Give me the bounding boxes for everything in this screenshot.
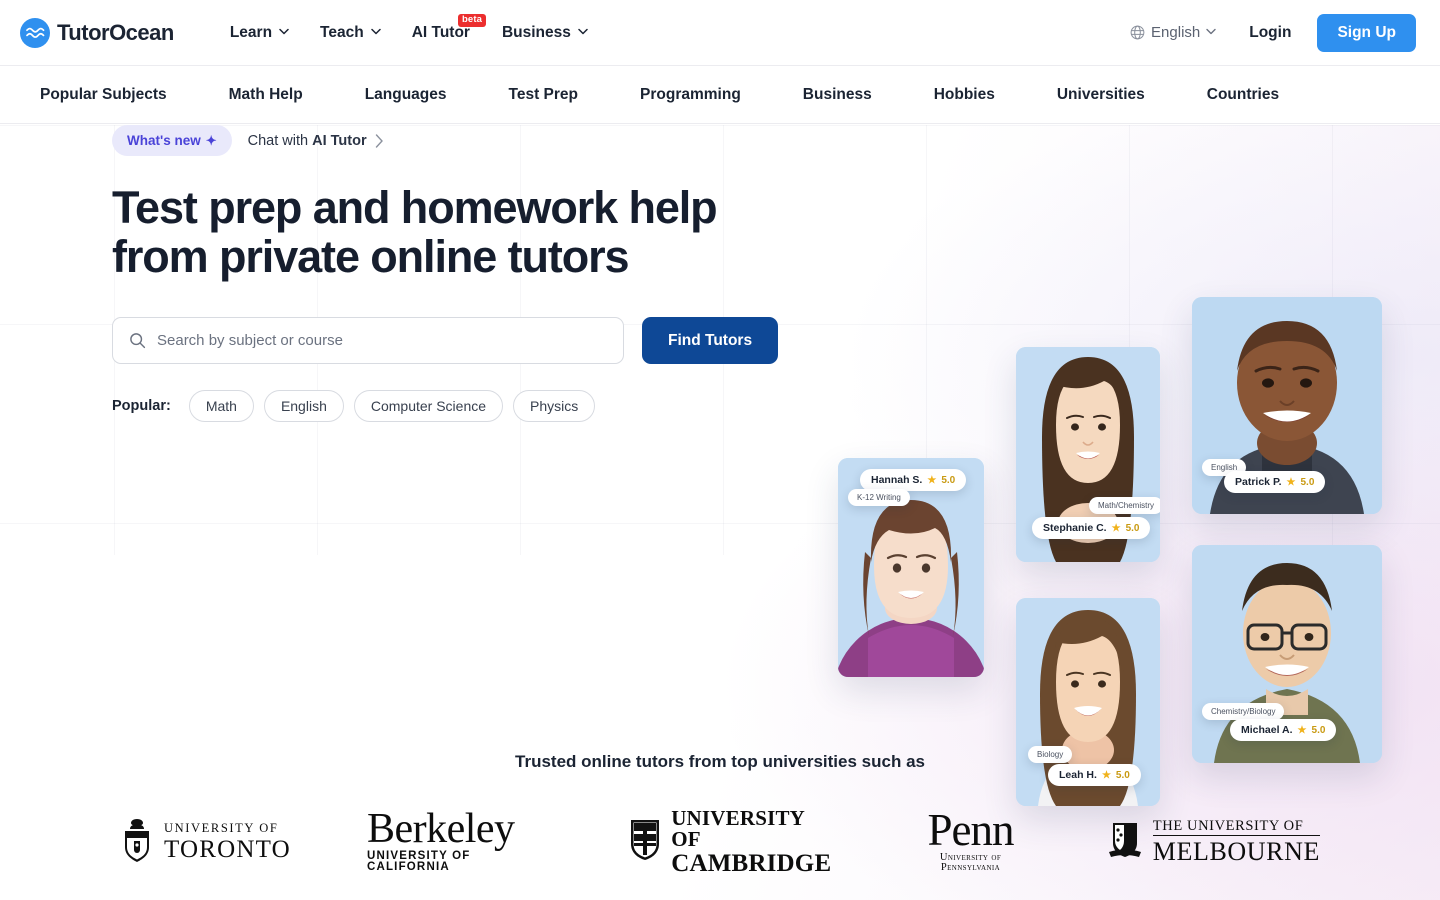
- logo-text: THE UNIVERSITY OF MELBOURNE: [1152, 819, 1320, 867]
- tutor-rating: 5.0: [941, 474, 956, 486]
- university-logo-berkeley: Berkeley UNIVERSITY OF CALIFORNIA: [366, 806, 553, 874]
- logo-line-1: UNIVERSITY OF: [671, 806, 805, 851]
- nav-item-label: Teach: [320, 23, 364, 41]
- chevron-down-icon: [578, 28, 588, 37]
- subnav-item-business[interactable]: Business: [803, 78, 903, 112]
- brand-logo[interactable]: TutorOcean: [20, 17, 174, 48]
- beta-badge: beta: [458, 13, 486, 27]
- star-icon: ★: [1286, 476, 1296, 488]
- nav-item-teach[interactable]: Teach: [306, 16, 394, 50]
- university-logo-penn: Penn University of Pennsylvania: [910, 805, 1031, 874]
- tutor-subject: K-12 Writing: [857, 493, 901, 502]
- chevron-down-icon: [370, 28, 381, 37]
- subnav-item-popular-subjects[interactable]: Popular Subjects: [40, 78, 198, 112]
- globe-icon: [1130, 25, 1145, 40]
- logo-text: Berkeley UNIVERSITY OF CALIFORNIA: [366, 806, 553, 874]
- tutor-collage: Hannah S. ★ 5.0 K-12 Writing Math/Chemis…: [0, 125, 1440, 806]
- subnav-item-countries[interactable]: Countries: [1207, 78, 1310, 112]
- star-icon: ★: [1111, 522, 1121, 534]
- language-selector[interactable]: English: [1122, 16, 1223, 49]
- logo-line-1: UNIVERSITY OF: [164, 821, 279, 836]
- language-label: English: [1151, 24, 1201, 41]
- tutor-subject-chip: Chemistry/Biology: [1202, 703, 1285, 720]
- logo-line-1: THE UNIVERSITY OF: [1152, 819, 1320, 837]
- logo-line-2: UNIVERSITY OF CALIFORNIA: [366, 849, 471, 874]
- signup-button[interactable]: Sign Up: [1317, 13, 1416, 52]
- nav-item-business[interactable]: Business: [488, 16, 601, 50]
- tutor-name-chip: Stephanie C. ★ 5.0: [1032, 517, 1151, 539]
- tutor-subject: Math/Chemistry: [1098, 501, 1155, 510]
- nav-item-label: Learn: [229, 23, 273, 41]
- university-logo-cambridge: UNIVERSITY OF CAMBRIDGE: [629, 808, 834, 876]
- logo-line-2: CAMBRIDGE: [671, 850, 832, 877]
- tutor-rating: 5.0: [1311, 724, 1326, 736]
- subnav-item-hobbies[interactable]: Hobbies: [934, 78, 1026, 112]
- tutor-name: Stephanie C.: [1043, 522, 1107, 534]
- tutor-card-stephanie[interactable]: Math/Chemistry Stephanie C. ★ 5.0: [1016, 347, 1160, 562]
- chevron-down-icon: [1206, 28, 1216, 37]
- chevron-down-icon: [279, 28, 289, 37]
- page-root: TutorOcean Learn Teach AI Tutor beta Bus…: [0, 0, 1440, 900]
- tutor-subject: Chemistry/Biology: [1211, 707, 1276, 716]
- logo-text: Penn University of Pennsylvania: [910, 805, 1031, 874]
- tutor-card-michael[interactable]: Chemistry/Biology Michael A. ★ 5.0: [1192, 545, 1382, 763]
- logo-line-1: Berkeley: [366, 806, 515, 853]
- trusted-section: Trusted online tutors from top universit…: [0, 752, 1440, 876]
- header-actions: English Login Sign Up: [1122, 13, 1416, 52]
- tutor-name: Hannah S.: [871, 474, 923, 486]
- category-subnav: Popular Subjects Math Help Languages Tes…: [0, 66, 1440, 124]
- nav-item-learn[interactable]: Learn: [216, 16, 302, 50]
- login-button[interactable]: Login: [1233, 16, 1307, 50]
- tutor-name: Michael A.: [1241, 724, 1293, 736]
- nav-item-label: Business: [501, 23, 571, 41]
- tutor-subject-chip: K-12 Writing: [848, 489, 910, 506]
- brand-name: TutorOcean: [57, 19, 174, 45]
- logo-line-2: TORONTO: [164, 835, 291, 863]
- nav-item-ai-tutor[interactable]: AI Tutor beta: [398, 13, 486, 50]
- subnav-item-programming[interactable]: Programming: [640, 78, 772, 112]
- tutor-subject-chip: Math/Chemistry: [1089, 497, 1160, 514]
- tutor-name-chip: Hannah S. ★ 5.0: [860, 469, 967, 491]
- tutor-rating: 5.0: [1125, 522, 1140, 534]
- logo-line-2: MELBOURNE: [1152, 837, 1320, 867]
- university-logos: UNIVERSITY OF TORONTO Berkeley UNIVERSIT…: [0, 808, 1440, 876]
- tutor-name: Patrick P.: [1235, 476, 1282, 488]
- subnav-item-test-prep[interactable]: Test Prep: [509, 78, 610, 112]
- university-logo-melbourne: THE UNIVERSITY OF MELBOURNE: [1107, 819, 1320, 866]
- toronto-crest-icon: [120, 817, 154, 868]
- star-icon: ★: [927, 474, 937, 486]
- university-logo-toronto: UNIVERSITY OF TORONTO: [120, 817, 291, 868]
- logo-line-1: Penn: [927, 805, 1015, 856]
- subnav-item-languages[interactable]: Languages: [365, 78, 478, 112]
- cambridge-crest-icon: [629, 818, 661, 867]
- logo-line-2: University of Pennsylvania: [939, 851, 1002, 874]
- tutor-card-hannah[interactable]: Hannah S. ★ 5.0 K-12 Writing: [838, 458, 984, 677]
- tutor-card-patrick[interactable]: English Patrick P. ★ 5.0: [1192, 297, 1382, 514]
- trusted-title: Trusted online tutors from top universit…: [515, 752, 925, 771]
- tutor-name-chip: Michael A. ★ 5.0: [1230, 719, 1337, 741]
- star-icon: ★: [1297, 724, 1307, 736]
- logo-text: UNIVERSITY OF CAMBRIDGE: [671, 806, 834, 877]
- top-header: TutorOcean Learn Teach AI Tutor beta Bus…: [0, 0, 1440, 66]
- melbourne-crest-icon: [1107, 819, 1143, 866]
- tutor-rating: 5.0: [1300, 476, 1315, 488]
- logo-text: UNIVERSITY OF TORONTO: [164, 822, 291, 862]
- tutor-name-chip: Patrick P. ★ 5.0: [1224, 471, 1326, 493]
- subnav-item-math-help[interactable]: Math Help: [229, 78, 334, 112]
- primary-nav: Learn Teach AI Tutor beta Business: [216, 13, 601, 50]
- wave-circle-logo-icon: [20, 17, 50, 48]
- subnav-item-universities[interactable]: Universities: [1057, 78, 1176, 112]
